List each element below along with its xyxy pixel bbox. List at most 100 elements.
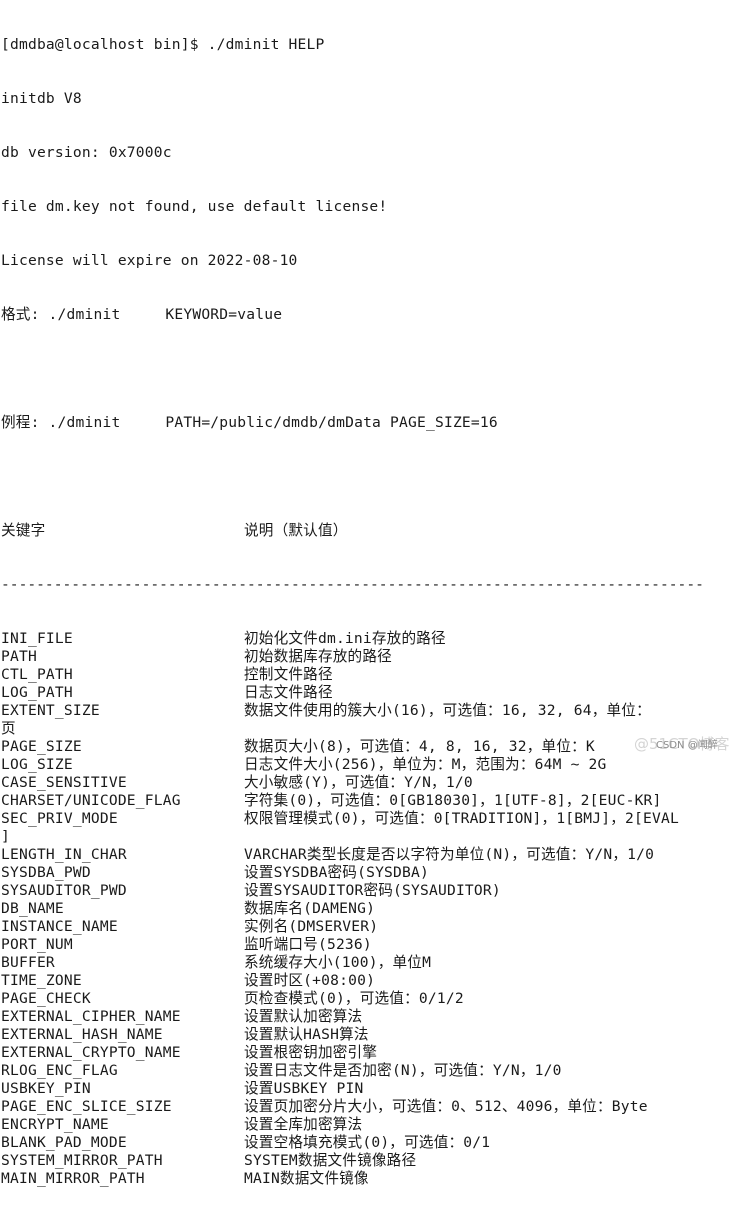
keyword-cell: PAGE_SIZE [1,738,82,755]
description-cell: 设置全库加密算法 [244,1116,363,1133]
keyword-cell: TIME_ZONE [1,972,82,989]
description-cell: 初始数据库存放的路径 [244,648,392,665]
table-row: PAGE_SIZE 数据页大小(8)，可选值：4, 8, 16, 32，单位：K [1,738,740,756]
description-cell: 设置时区(+08:00) [244,972,376,989]
keyword-table: INI_FILE 初始化文件dm.ini存放的路径 PATH 初始数据库存放的路径 CT… [1,630,740,1188]
keyword-cell: EXTERNAL_CRYPTO_NAME [1,1044,181,1061]
table-row: PATH 初始数据库存放的路径 [1,648,740,666]
table-row: PAGE_ENC_SLICE_SIZE 设置页加密分片大小，可选值：0、512、4… [1,1098,740,1116]
description-cell: 设置默认HASH算法 [244,1026,369,1043]
keyword-cell: EXTERNAL_CIPHER_NAME [1,1008,181,1025]
table-row: CHARSET/UNICODE_FLAG 字符集(0)，可选值：0[GB18030… [1,792,740,810]
output-line-db-version: db version: 0x7000c [1,144,172,161]
description-cell: 数据库名(DAMENG) [244,900,376,917]
table-row: RLOG_ENC_FLAG 设置日志文件是否加密(N)，可选值：Y/N，1/0 [1,1062,740,1080]
table-row: EXTERNAL_HASH_NAME 设置默认HASH算法 [1,1026,740,1044]
keyword-cell: SYSDBA_PWD [1,864,91,881]
table-row: EXTERNAL_CRYPTO_NAME 设置根密钥加密引擎 [1,1044,740,1062]
description-column-header: 说明（默认值） [244,522,348,539]
description-cell: 设置默认加密算法 [244,1008,363,1025]
keyword-cell: BLANK_PAD_MODE [1,1134,127,1151]
keyword-cell: SEC_PRIV_MODE [1,810,118,827]
table-row: SEC_PRIV_MODE 权限管理模式(0)，可选值：0[TRADITION]，… [1,810,740,828]
description-cell: 初始化文件dm.ini存放的路径 [244,630,446,647]
keyword-cell: EXTENT_SIZE [1,702,100,719]
keyword-cell: RLOG_ENC_FLAG [1,1062,118,1079]
description-cell: 字符集(0)，可选值：0[GB18030]，1[UTF-8]，2[EUC-KR] [244,792,662,809]
keyword-cell: CTL_PATH [1,666,73,683]
table-row: MAIN_MIRROR_PATH MAIN数据文件镜像 [1,1170,740,1188]
description-cell: 设置SYSDBA密码(SYSDBA) [244,864,429,881]
table-row: CTL_PATH 控制文件路径 [1,666,740,684]
table-row: SYSDBA_PWD 设置SYSDBA密码(SYSDBA) [1,864,740,882]
keyword-cell: USBKEY_PIN [1,1080,91,1097]
description-cell: MAIN数据文件镜像 [244,1170,369,1187]
keyword-cell: BUFFER [1,954,55,971]
description-cell: 数据文件使用的簇大小(16)，可选值：16, 32, 64，单位： [244,702,651,719]
output-line-version: initdb V8 [1,90,82,107]
command-prompt-line: [dmdba@localhost bin]$ ./dminit HELP [1,36,325,53]
keyword-cell: MAIN_MIRROR_PATH [1,1170,145,1187]
table-row: BUFFER 系统缓存大小(100)，单位M [1,954,740,972]
table-row: INI_FILE 初始化文件dm.ini存放的路径 [1,630,740,648]
keyword-cell: ENCRYPT_NAME [1,1116,109,1133]
table-row: DB_NAME 数据库名(DAMENG) [1,900,740,918]
example-usage-line: 例程: ./dminit PATH=/public/dmdb/dmData PA… [1,414,498,431]
table-row: LOG_PATH 日志文件路径 [1,684,740,702]
table-row: SYSAUDITOR_PWD 设置SYSAUDITOR密码(SYSAUDITOR) [1,882,740,900]
table-row: EXTERNAL_CIPHER_NAME 设置默认加密算法 [1,1008,740,1026]
description-cell: 权限管理模式(0)，可选值：0[TRADITION]，1[BMJ]，2[EVAL [244,810,679,827]
watermark: @51CTO博客 CSDN @闻醉 [634,735,734,753]
keyword-cell: CHARSET/UNICODE_FLAG [1,792,181,809]
keyword-cell: CASE_SENSITIVE [1,774,127,791]
table-row: CASE_SENSITIVE 大小敏感(Y)，可选值：Y/N，1/0 [1,774,740,792]
keyword-cell: PAGE_ENC_SLICE_SIZE [1,1098,172,1115]
description-cell: 大小敏感(Y)，可选值：Y/N，1/0 [244,774,473,791]
keyword-cell: PAGE_CHECK [1,990,91,1007]
table-row: INSTANCE_NAME 实例名(DMSERVER) [1,918,740,936]
keyword-cell: DB_NAME [1,900,64,917]
keyword-cell: PATH [1,648,37,665]
description-cell: VARCHAR类型长度是否以字符为单位(N)，可选值：Y/N，1/0 [244,846,655,863]
description-cell: 监听端口号(5236) [244,936,372,953]
format-usage-line: 格式: ./dminit KEYWORD=value [1,306,283,323]
description-wrap-line: ] [1,828,10,845]
table-row: USBKEY_PIN 设置USBKEY PIN [1,1080,740,1098]
watermark-csdn: CSDN @闻醉 [656,740,718,751]
table-row: TIME_ZONE 设置时区(+08:00) [1,972,740,990]
description-cell: 实例名(DMSERVER) [244,918,379,935]
keyword-cell: PORT_NUM [1,936,73,953]
description-cell: 设置空格填充模式(0)，可选值：0/1 [244,1134,491,1151]
description-wrap-line: 页 [1,720,16,737]
description-cell: 设置日志文件是否加密(N)，可选值：Y/N，1/0 [244,1062,562,1079]
keyword-cell: SYSTEM_MIRROR_PATH [1,1152,163,1169]
table-row: SYSTEM_MIRROR_PATH SYSTEM数据文件镜像路径 [1,1152,740,1170]
keyword-cell: LENGTH_IN_CHAR [1,846,127,863]
terminal-output[interactable]: [dmdba@localhost bin]$ ./dminit HELP ini… [1,0,740,1206]
description-cell: 页检查模式(0)，可选值：0/1/2 [244,990,464,1007]
description-cell: 控制文件路径 [244,666,333,683]
description-cell: 设置根密钥加密引擎 [244,1044,378,1061]
description-cell: SYSTEM数据文件镜像路径 [244,1152,417,1169]
table-row: ENCRYPT_NAME 设置全库加密算法 [1,1116,740,1134]
description-cell: 设置页加密分片大小，可选值：0、512、4096，单位：Byte [244,1098,648,1115]
keyword-cell: SYSAUDITOR_PWD [1,882,127,899]
table-row: PAGE_CHECK 页检查模式(0)，可选值：0/1/2 [1,990,740,1008]
table-row: BLANK_PAD_MODE 设置空格填充模式(0)，可选值：0/1 [1,1134,740,1152]
table-row: LENGTH_IN_CHAR VARCHAR类型长度是否以字符为单位(N)，可选值… [1,846,740,864]
table-row: PORT_NUM 监听端口号(5236) [1,936,740,954]
output-line-license-expiry: License will expire on 2022-08-10 [1,252,298,269]
keyword-cell: INSTANCE_NAME [1,918,118,935]
keyword-cell: EXTERNAL_HASH_NAME [1,1026,163,1043]
table-header: 关键字 说明（默认值） [1,522,740,540]
separator-line: ----------------------------------------… [1,576,704,593]
description-cell: 设置USBKEY PIN [244,1080,364,1097]
keyword-column-header: 关键字 [1,522,46,539]
description-cell: 系统缓存大小(100)，单位M [244,954,432,971]
description-cell: 设置SYSAUDITOR密码(SYSAUDITOR) [244,882,501,899]
description-cell: 日志文件路径 [244,684,333,701]
keyword-cell: INI_FILE [1,630,73,647]
output-line-license-warning: file dm.key not found, use default licen… [1,198,388,215]
